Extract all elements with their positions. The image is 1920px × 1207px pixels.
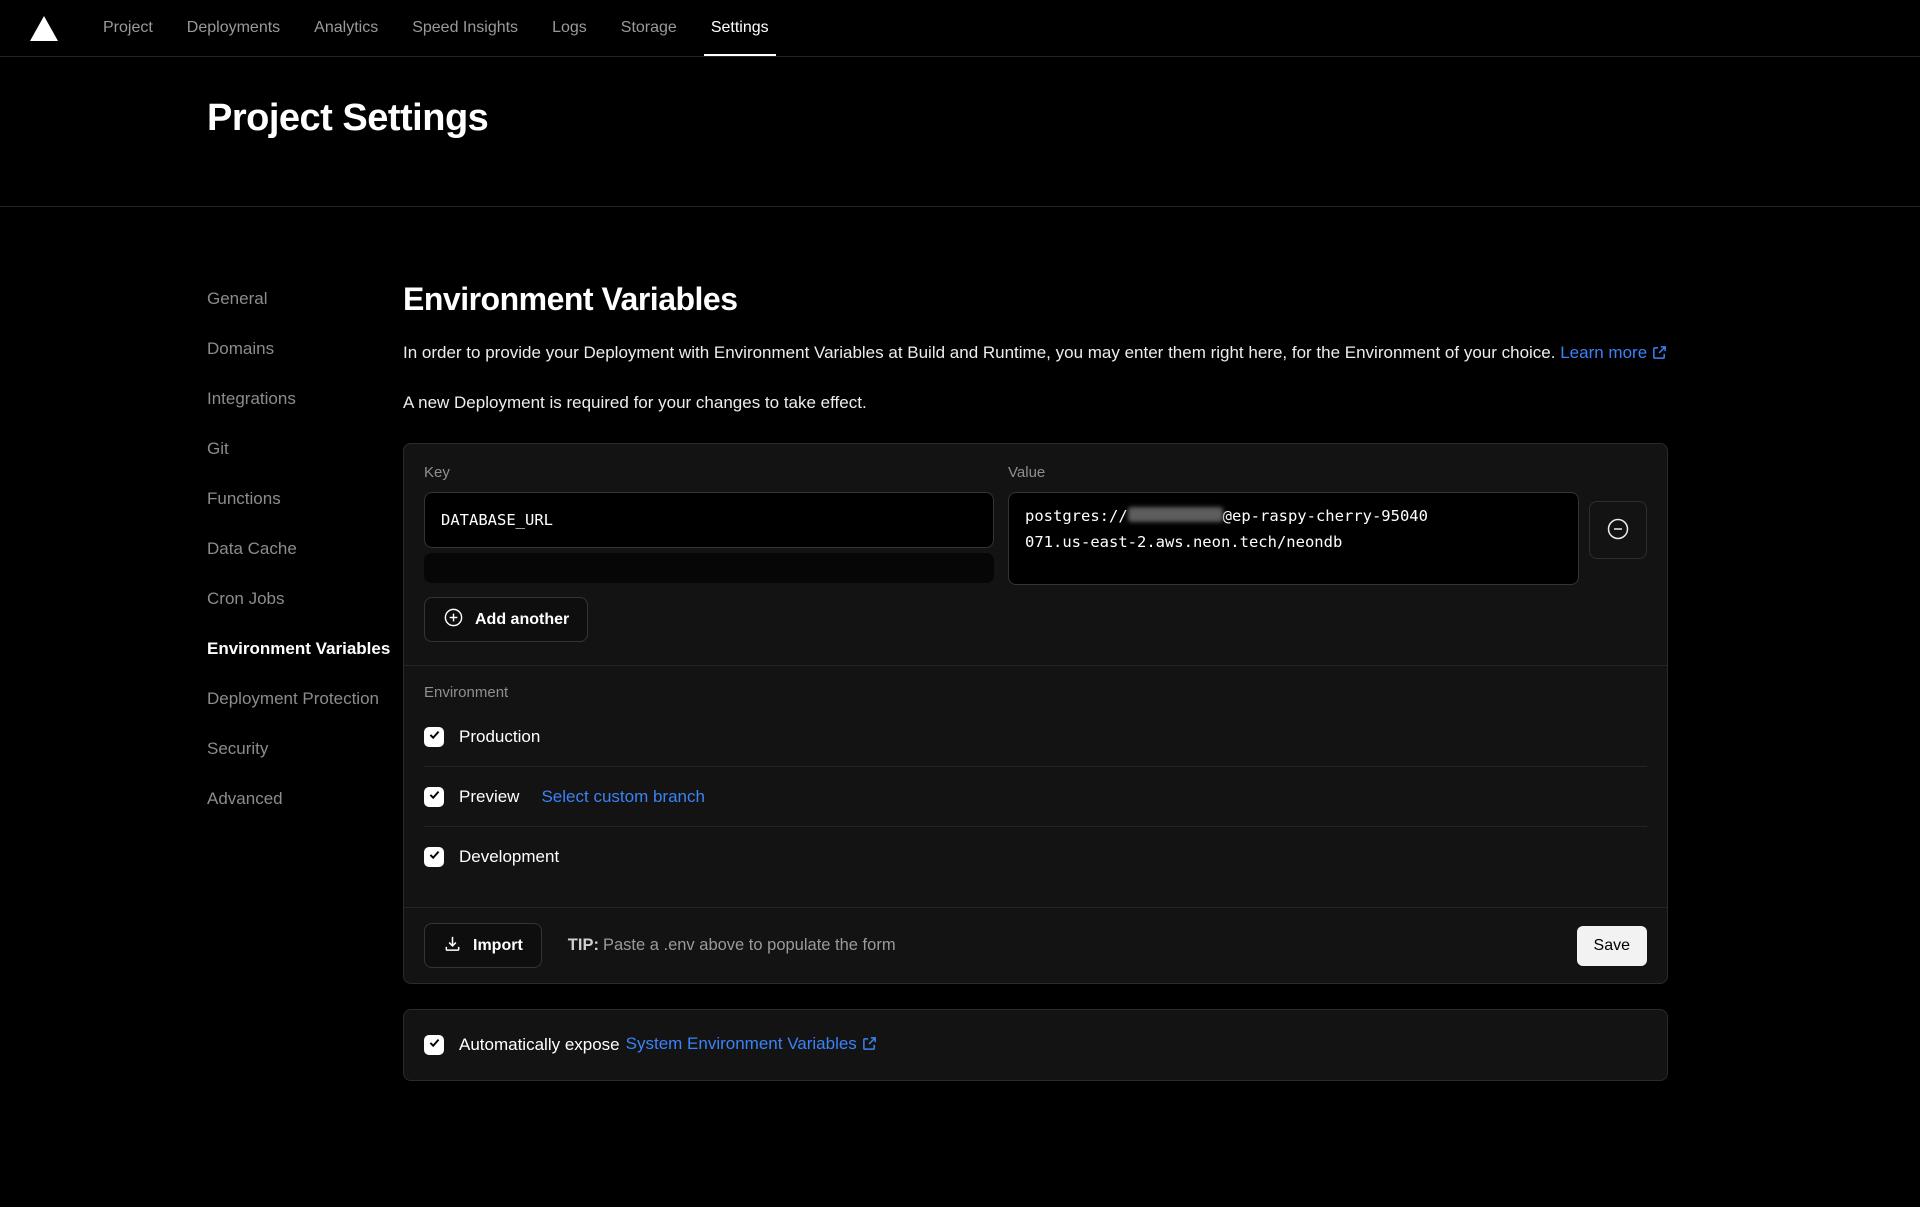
environment-variables-panel: Environment Variables In order to provid… (403, 207, 1668, 1081)
value-text-line1: @ep-raspy-cherry-95040 (1223, 507, 1428, 525)
key-column: Key (424, 464, 994, 585)
system-env-vars-link[interactable]: System Environment Variables (626, 1034, 877, 1056)
section-heading: Environment Variables (403, 281, 1668, 318)
description-text: In order to provide your Deployment with… (403, 343, 1555, 362)
external-link-icon (1652, 342, 1667, 368)
sidebar-item-domains[interactable]: Domains (207, 339, 403, 361)
development-checkbox[interactable] (424, 847, 444, 867)
add-another-button[interactable]: Add another (424, 597, 588, 642)
auto-expose-text: Automatically expose (459, 1035, 620, 1055)
add-another-label: Add another (475, 611, 569, 629)
nav-tab-settings[interactable]: Settings (694, 0, 786, 56)
learn-more-link[interactable]: Learn more (1560, 343, 1667, 362)
env-row-development: Development (424, 827, 1647, 887)
plus-circle-icon (443, 607, 464, 633)
learn-more-label: Learn more (1560, 343, 1647, 362)
system-env-vars-label: System Environment Variables (626, 1034, 857, 1053)
key-input[interactable] (424, 492, 994, 548)
auto-expose-card: Automatically expose System Environment … (403, 1009, 1668, 1081)
check-icon (428, 788, 441, 806)
remove-variable-button[interactable] (1589, 501, 1647, 559)
check-icon (428, 1036, 441, 1054)
sidebar-item-cron-jobs[interactable]: Cron Jobs (207, 589, 403, 611)
environment-label: Environment (424, 684, 1647, 701)
production-checkbox[interactable] (424, 727, 444, 747)
env-row-production: Production (424, 707, 1647, 767)
env-name-preview: Preview (459, 787, 519, 807)
minus-circle-icon (1605, 516, 1631, 545)
external-link-icon (862, 1036, 877, 1056)
value-column: Value postgres:// @ep-raspy-cherry-95040 … (1008, 464, 1579, 585)
sidebar-item-integrations[interactable]: Integrations (207, 389, 403, 411)
nav-tab-project[interactable]: Project (86, 0, 170, 56)
page-header: Project Settings (0, 57, 1920, 207)
sidebar-item-deployment-protection[interactable]: Deployment Protection (207, 689, 403, 711)
sidebar-item-general[interactable]: General (207, 289, 403, 311)
env-name-development: Development (459, 847, 559, 867)
preview-checkbox[interactable] (424, 787, 444, 807)
select-custom-branch-link[interactable]: Select custom branch (541, 787, 704, 807)
nav-tab-speed-insights[interactable]: Speed Insights (395, 0, 535, 56)
nav-tab-logs[interactable]: Logs (535, 0, 604, 56)
tip-text: TIP:Paste a .env above to populate the f… (568, 936, 896, 955)
sidebar-item-data-cache[interactable]: Data Cache (207, 539, 403, 561)
import-label: Import (473, 937, 523, 955)
import-button[interactable]: Import (424, 923, 542, 968)
save-button[interactable]: Save (1577, 926, 1647, 966)
settings-sidebar: General Domains Integrations Git Functio… (0, 207, 403, 839)
value-input[interactable]: postgres:// @ep-raspy-cherry-95040 071.us… (1008, 492, 1579, 585)
key-label: Key (424, 464, 994, 481)
section-description: In order to provide your Deployment with… (403, 340, 1668, 368)
env-row-preview: Preview Select custom branch (424, 767, 1647, 827)
sidebar-item-advanced[interactable]: Advanced (207, 789, 403, 811)
env-name-production: Production (459, 727, 540, 747)
env-var-editor-card: Key Value postgres:// @ep-raspy-cherry-95… (403, 443, 1668, 984)
card-footer: Import TIP:Paste a .env above to populat… (404, 907, 1667, 983)
sidebar-item-git[interactable]: Git (207, 439, 403, 461)
nav-tab-deployments[interactable]: Deployments (170, 0, 297, 56)
environment-section: Environment Production Preview Select cu… (404, 666, 1667, 907)
sidebar-item-environment-variables[interactable]: Environment Variables (207, 639, 403, 661)
vercel-logo-icon[interactable] (30, 0, 58, 56)
page-title: Project Settings (207, 97, 1920, 140)
content: General Domains Integrations Git Functio… (0, 207, 1920, 1081)
deployment-note: A new Deployment is required for your ch… (403, 393, 1668, 413)
top-nav: Project Deployments Analytics Speed Insi… (0, 0, 1920, 57)
nav-tabs: Project Deployments Analytics Speed Insi… (86, 0, 786, 56)
sidebar-item-security[interactable]: Security (207, 739, 403, 761)
value-label: Value (1008, 464, 1579, 481)
nav-tab-storage[interactable]: Storage (604, 0, 694, 56)
value-text-line2: 071.us-east-2.aws.neon.tech/neondb (1025, 533, 1342, 551)
key-input-shadow (424, 553, 994, 583)
key-value-row: Key Value postgres:// @ep-raspy-cherry-95… (404, 444, 1667, 585)
tip-prefix: TIP: (568, 936, 599, 954)
check-icon (428, 728, 441, 746)
auto-expose-checkbox[interactable] (424, 1035, 444, 1055)
value-text-prefix: postgres:// (1025, 507, 1128, 525)
check-icon (428, 848, 441, 866)
redacted-credentials (1128, 507, 1223, 522)
download-icon (443, 934, 462, 958)
nav-tab-analytics[interactable]: Analytics (297, 0, 395, 56)
tip-body: Paste a .env above to populate the form (603, 936, 896, 954)
sidebar-item-functions[interactable]: Functions (207, 489, 403, 511)
